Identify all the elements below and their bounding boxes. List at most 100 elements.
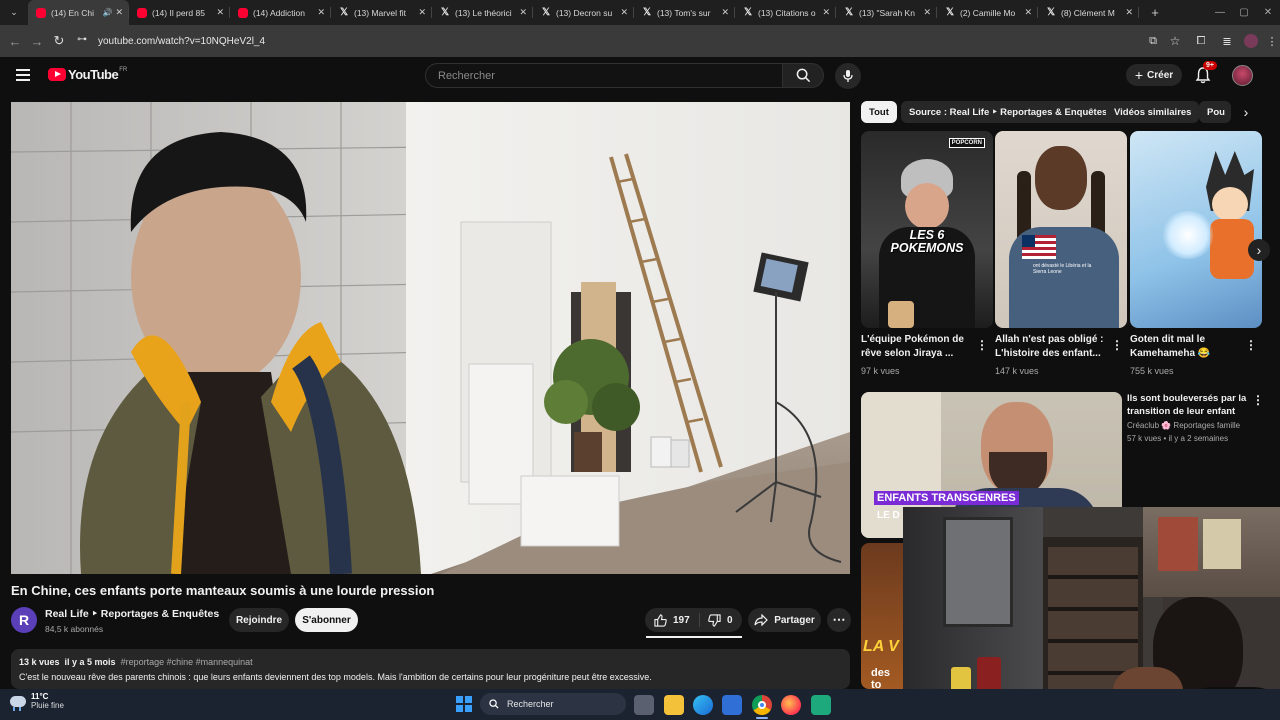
tab-close-icon[interactable]: ✕ (317, 7, 325, 18)
chip-all[interactable]: Tout (861, 101, 897, 123)
short-3-title[interactable]: Goten dit mal le Kamehameha 😂 (1130, 333, 1242, 361)
youtube-play-icon (48, 68, 66, 81)
forward-button[interactable]: → (26, 30, 48, 52)
minimize-button[interactable]: — (1208, 7, 1232, 18)
tab-close-icon[interactable]: ✕ (1125, 7, 1133, 18)
app-icon[interactable] (811, 695, 831, 715)
voice-search-button[interactable] (835, 63, 861, 89)
chrome-icon[interactable] (752, 695, 772, 715)
hashtags[interactable]: #reportage #chine #mannequinat (121, 657, 253, 667)
recommended-thumb-subcaption: LE D (877, 510, 900, 521)
close-window-button[interactable]: ✕ (1256, 7, 1280, 18)
browser-tab[interactable]: 𝕏 (13) Marvel fit ✕ (331, 0, 432, 25)
tab-list-dropdown-button[interactable]: ⌄ (0, 0, 28, 25)
file-explorer-icon[interactable] (664, 695, 684, 715)
notifications-button[interactable]: 9+ (1195, 61, 1217, 84)
x-favicon-icon: 𝕏 (1046, 7, 1056, 18)
profile-avatar[interactable] (1244, 34, 1258, 48)
browser-tab[interactable]: (14) Il perd 85 ✕ (129, 0, 230, 25)
tab-close-icon[interactable]: ✕ (519, 7, 527, 18)
dislike-count: 0 (727, 614, 733, 626)
short-1-title[interactable]: L'équipe Pokémon de rêve selon Jiraya ..… (861, 333, 973, 361)
partial-thumb-text-1: LA V (863, 638, 899, 655)
more-actions-button[interactable]: ⋯ (827, 608, 851, 632)
recommended-menu-icon[interactable]: ⋮ (1252, 393, 1264, 407)
account-avatar[interactable] (1232, 65, 1253, 86)
like-ratio-bar (646, 636, 742, 638)
browser-tab[interactable]: 𝕏 (13) Decron su ✕ (533, 0, 634, 25)
search-button[interactable] (782, 63, 824, 88)
channel-avatar[interactable]: R (11, 607, 37, 633)
start-button[interactable] (456, 696, 472, 712)
tab-title: (8) Clément M (1061, 7, 1115, 18)
create-button[interactable]: + Créer (1126, 64, 1182, 86)
site-info-icon[interactable]: ⊶ (74, 34, 90, 48)
tab-close-icon[interactable]: ✕ (721, 7, 729, 18)
extensions-icon[interactable]: ⧠ (1186, 35, 1216, 48)
tab-title: (14) Addiction (253, 7, 305, 18)
description-box[interactable]: 13 k vues il y a 5 mois #reportage #chin… (11, 649, 850, 689)
microsoft-store-icon[interactable] (722, 695, 742, 715)
tab-close-icon[interactable]: ✕ (923, 7, 931, 18)
short-thumbnail-3[interactable] (1130, 131, 1262, 328)
browser-tab[interactable]: 𝕏 (13) "Sarah Kn ✕ (836, 0, 937, 25)
bookmark-star-icon[interactable]: ☆ (1164, 34, 1186, 48)
subscribe-button[interactable]: S'abonner (295, 608, 358, 632)
edge-browser-icon[interactable] (693, 695, 713, 715)
browser-tab[interactable]: 𝕏 (13) Le théorici ✕ (432, 0, 533, 25)
browser-tab[interactable]: (14) Addiction ✕ (230, 0, 331, 25)
search-input[interactable]: Rechercher (425, 63, 783, 88)
short-2-menu-icon[interactable]: ⋮ (1111, 338, 1123, 352)
taskbar-search[interactable]: Rechercher (480, 693, 626, 715)
recommended-title[interactable]: Ils sont bouleversés par la transition d… (1127, 392, 1247, 418)
weather-widget[interactable]: 11°C Pluie fine (10, 692, 64, 711)
short-2-caption: ont dévasté le Libéria et la Sierra Leon… (1033, 263, 1092, 275)
recommended-channel[interactable]: Créaclub 🌸 Reportages famille (1127, 421, 1240, 430)
browser-tab-strip: ⌄ (14) En Chi 🔊 ✕ (14) Il perd 85 ✕ (14) Addi… (0, 0, 1280, 25)
maximize-button[interactable]: ▢ (1232, 7, 1256, 18)
chip-partial[interactable]: Pou (1199, 101, 1231, 123)
browser-tab[interactable]: 𝕏 (13) Citations o ✕ (735, 0, 836, 25)
task-view-icon[interactable] (634, 695, 654, 715)
short-thumbnail-2[interactable]: ont dévasté le Libéria et la Sierra Leon… (995, 131, 1127, 328)
dislike-button[interactable]: 0 (700, 613, 733, 627)
youtube-logo[interactable]: YouTube FR (48, 67, 127, 82)
audio-playing-icon[interactable]: 🔊 (102, 8, 112, 17)
browser-menu-icon[interactable]: ⋮ (1264, 35, 1280, 48)
browser-tab[interactable]: 𝕏 (2) Camille Mo ✕ (937, 0, 1038, 25)
join-button[interactable]: Rejoindre (229, 608, 289, 632)
shorts-next-arrow-icon[interactable]: › (1248, 239, 1270, 261)
short-thumbnail-1[interactable]: POPCORN LES 6 POKEMONS (861, 131, 993, 328)
new-tab-button[interactable]: + (1143, 5, 1167, 20)
tab-close-icon[interactable]: ✕ (822, 7, 830, 18)
channel-name[interactable]: Real Life ‣ Reportages & Enquêtes (45, 608, 219, 620)
browser-tab[interactable]: 𝕏 (13) Tom's sur ✕ (634, 0, 735, 25)
tab-close-icon[interactable]: ✕ (418, 7, 426, 18)
short-2-title[interactable]: Allah n'est pas obligé : L'histoire des … (995, 333, 1107, 361)
tab-close-icon[interactable]: ✕ (216, 7, 224, 18)
share-label: Partager (774, 614, 815, 626)
short-3-menu-icon[interactable]: ⋮ (1245, 338, 1257, 352)
install-app-icon[interactable]: ⧉ (1142, 35, 1164, 48)
share-button[interactable]: Partager (748, 608, 821, 632)
browser-tab[interactable]: 𝕏 (8) Clément M ✕ (1038, 0, 1139, 25)
firefox-icon[interactable] (781, 695, 801, 715)
like-button[interactable]: 197 (645, 613, 700, 627)
short-3-views: 755 k vues (1130, 366, 1174, 376)
tab-close-icon[interactable]: ✕ (1024, 7, 1032, 18)
browser-tab[interactable]: (14) En Chi 🔊 ✕ (28, 0, 129, 25)
partial-thumbnail[interactable]: LA V des to (861, 543, 903, 689)
tab-close-icon[interactable]: ✕ (620, 7, 628, 18)
chip-source[interactable]: Source : Real Life ‣ Reportages & Enquêt… (901, 101, 1116, 123)
back-button[interactable]: ← (4, 30, 26, 52)
address-bar[interactable]: youtube.com/watch?v=10NQHeV2l_4 (98, 36, 265, 47)
tab-title: (13) Tom's sur (657, 7, 711, 18)
chip-similar-videos[interactable]: Vidéos similaires (1106, 101, 1200, 123)
chips-next-arrow-icon[interactable]: › (1236, 104, 1256, 124)
short-1-menu-icon[interactable]: ⋮ (976, 338, 988, 352)
reload-button[interactable]: ↻ (48, 30, 70, 52)
media-control-icon[interactable]: ≣ (1216, 35, 1238, 48)
video-player[interactable] (11, 102, 850, 574)
tab-close-icon[interactable]: ✕ (115, 7, 123, 18)
hamburger-menu-icon[interactable] (16, 69, 30, 81)
